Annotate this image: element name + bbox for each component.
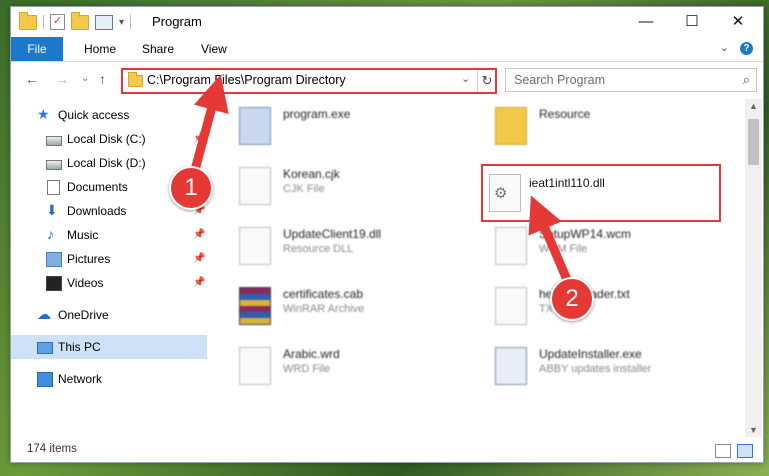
- step-2-badge: 2: [550, 277, 594, 321]
- arrow-to-dll-file: [528, 195, 573, 284]
- step-1-badge: 1: [169, 166, 213, 210]
- annotation-arrows: [190, 74, 573, 284]
- arrow-to-address-bar: [190, 74, 229, 172]
